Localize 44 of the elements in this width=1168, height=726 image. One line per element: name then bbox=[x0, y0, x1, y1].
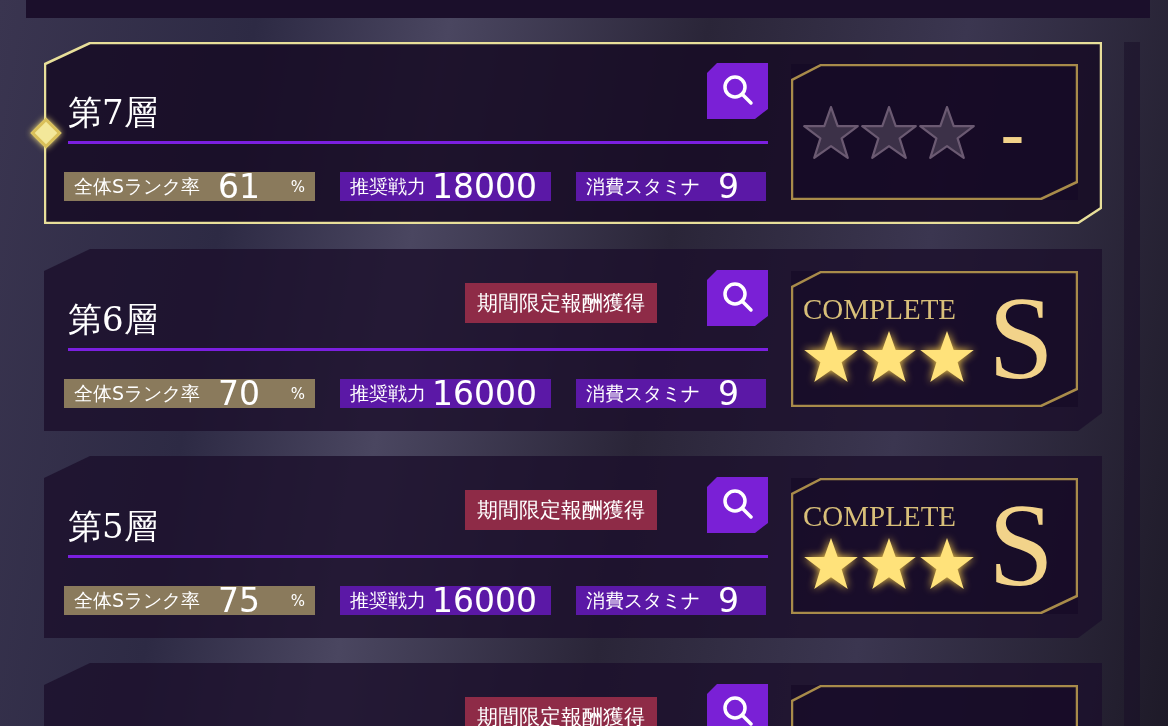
stat-value: 9 bbox=[718, 379, 739, 408]
empty-star-icon bbox=[861, 105, 917, 159]
stat-unit: % bbox=[290, 591, 305, 610]
complete-label: COMPLETE bbox=[803, 295, 958, 324]
reward-badge: 期間限定報酬獲得 bbox=[465, 283, 657, 323]
star-icon bbox=[861, 537, 917, 590]
stat-label: 推奨戦力 bbox=[350, 587, 426, 613]
stat-label: 消費スタミナ bbox=[586, 380, 700, 406]
stat-label: 推奨戦力 bbox=[350, 380, 426, 406]
rank-grade: S bbox=[988, 487, 1055, 605]
stat-label: 消費スタミナ bbox=[586, 587, 700, 613]
stat-label: 全体Sランク率 bbox=[74, 173, 201, 199]
stat-label: 消費スタミナ bbox=[586, 173, 700, 199]
floor-title: 第7層 bbox=[68, 93, 158, 131]
empty-star-icon bbox=[919, 105, 975, 159]
floor-title: 第5層 bbox=[68, 507, 158, 545]
stat-value: 16000 bbox=[432, 586, 537, 615]
star-icon bbox=[919, 537, 975, 590]
reward-badge: 期間限定報酬獲得 bbox=[465, 490, 657, 530]
stat-label: 推奨戦力 bbox=[350, 173, 426, 199]
search-button[interactable] bbox=[707, 477, 768, 533]
stat-value: 9 bbox=[718, 172, 739, 201]
stat-unit: % bbox=[290, 384, 305, 403]
star-icon bbox=[803, 330, 859, 383]
star-icon bbox=[861, 330, 917, 383]
empty-star-icon bbox=[803, 105, 859, 159]
rank-grade: S bbox=[988, 280, 1055, 398]
complete-label: COMPLETE bbox=[803, 502, 958, 531]
stat-unit: % bbox=[290, 177, 305, 196]
stat-value: 16000 bbox=[432, 379, 537, 408]
star-icon bbox=[803, 537, 859, 590]
stat-value: 61 bbox=[218, 172, 261, 201]
search-button[interactable] bbox=[707, 270, 768, 326]
stat-value: 75 bbox=[218, 586, 261, 615]
stat-value: 9 bbox=[718, 586, 739, 615]
star-icon bbox=[919, 330, 975, 383]
stat-value: 70 bbox=[218, 379, 261, 408]
search-button[interactable] bbox=[707, 63, 768, 119]
stat-label: 全体Sランク率 bbox=[74, 380, 201, 406]
stat-label: 全体Sランク率 bbox=[74, 587, 201, 613]
rank-grade: - bbox=[1000, 95, 1025, 169]
floor-title: 第6層 bbox=[68, 300, 158, 338]
search-button[interactable] bbox=[707, 684, 768, 726]
stat-value: 18000 bbox=[432, 172, 537, 201]
